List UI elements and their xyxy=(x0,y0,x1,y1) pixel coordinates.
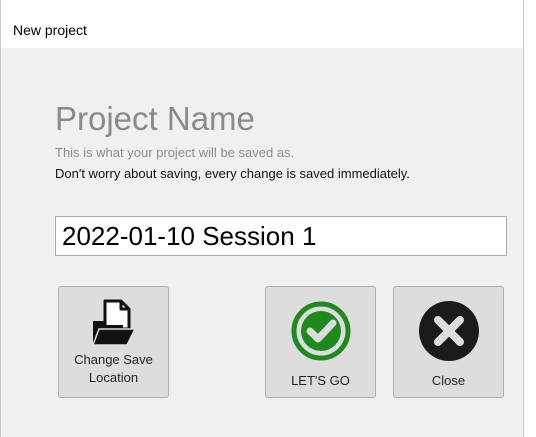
lets-go-label: LET'S GO xyxy=(291,373,350,388)
change-save-location-button[interactable]: Change Save Location xyxy=(58,286,169,398)
project-name-input[interactable] xyxy=(55,216,507,256)
autosave-note-text: Don't worry about saving, every change i… xyxy=(55,166,410,181)
save-hint-text: This is what your project will be saved … xyxy=(55,145,295,160)
close-button[interactable]: Close xyxy=(393,286,504,398)
project-name-heading: Project Name xyxy=(55,100,255,137)
green-checkmark-icon xyxy=(291,301,350,361)
close-label: Close xyxy=(431,373,466,388)
lets-go-button[interactable]: LET'S GO xyxy=(265,286,376,398)
close-icon xyxy=(418,301,479,361)
window-title: New project xyxy=(13,22,87,38)
change-save-location-label-line1: Change Save xyxy=(74,352,153,367)
new-project-window: New project Project Name This is what yo… xyxy=(0,0,524,437)
change-save-location-label-line2: Location xyxy=(88,370,139,385)
folder-document-icon xyxy=(91,299,136,346)
title-bar: New project xyxy=(1,0,523,48)
